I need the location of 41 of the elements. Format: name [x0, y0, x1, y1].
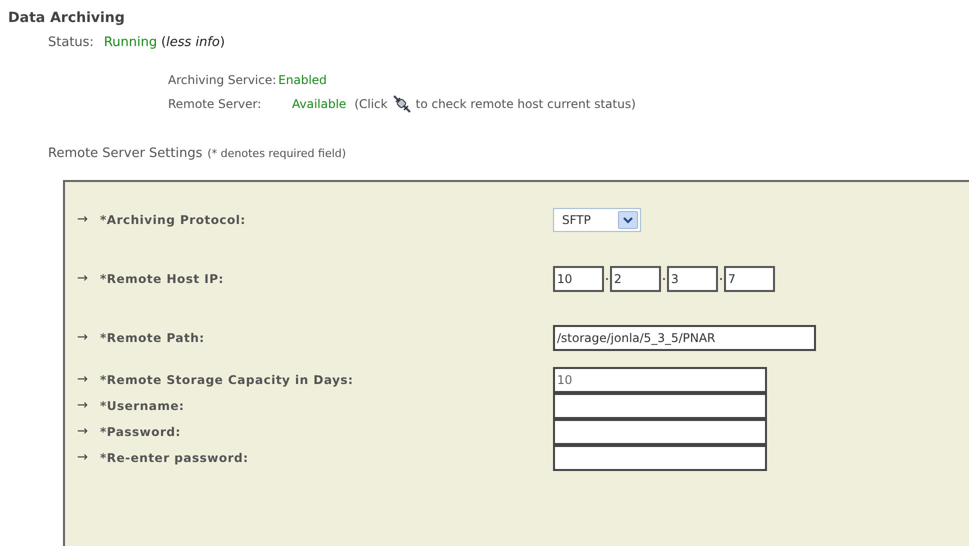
- remote-path-field[interactable]: /storage/jonla/5_3_5/PNAR: [553, 324, 816, 350]
- text-field[interactable]: 10: [553, 367, 767, 393]
- hint-text: (Click: [354, 96, 388, 112]
- arrow-icon: →: [65, 268, 97, 288]
- dot-separator-icon: [663, 278, 665, 280]
- detail-label: Remote Server:: [168, 96, 262, 112]
- detail-value: Enabled: [278, 72, 327, 88]
- arrow-icon: →: [65, 422, 97, 442]
- ip-octet-field[interactable]: 10: [553, 266, 604, 292]
- protocol-select[interactable]: SFTP: [553, 208, 641, 232]
- page-title: Data Archiving: [8, 9, 126, 28]
- field-label: *Archiving Protocol:: [99, 212, 247, 228]
- status-label: Status:: [48, 34, 94, 52]
- text-field[interactable]: [553, 445, 767, 471]
- less-info-link[interactable]: (less info): [161, 33, 225, 52]
- text-field[interactable]: [553, 393, 767, 419]
- arrow-icon: →: [65, 370, 97, 390]
- field-label: *Remote Storage Capacity in Days:: [99, 372, 354, 389]
- ip-octet-field[interactable]: 3: [667, 266, 718, 292]
- field-label: *Re-enter password:: [99, 450, 250, 467]
- ip-octet-field[interactable]: 2: [610, 266, 661, 292]
- text-field[interactable]: [553, 419, 767, 445]
- arrow-icon: →: [65, 328, 97, 348]
- dot-separator-icon: [720, 278, 722, 280]
- detail-label: Archiving Service:: [168, 72, 276, 88]
- dot-separator-icon: [606, 278, 608, 280]
- plug-icon[interactable]: [392, 94, 412, 114]
- ip-octet-field[interactable]: 7: [724, 266, 775, 292]
- hint-text: to check remote host current status): [416, 96, 636, 112]
- status-value: Running: [104, 34, 158, 52]
- arrow-icon: →: [65, 210, 97, 230]
- field-label: *Remote Path:: [99, 330, 206, 346]
- detail-value: Available: [292, 96, 346, 112]
- chevron-down-icon: [618, 210, 638, 228]
- section-heading: Remote Server Settings: [48, 144, 202, 162]
- required-note: (* denotes required field): [207, 146, 346, 162]
- arrow-icon: →: [65, 396, 97, 416]
- field-label: *Remote Host IP:: [99, 270, 225, 288]
- field-label: *Username:: [99, 398, 186, 415]
- arrow-icon: →: [65, 448, 97, 468]
- field-label: *Password:: [99, 424, 182, 441]
